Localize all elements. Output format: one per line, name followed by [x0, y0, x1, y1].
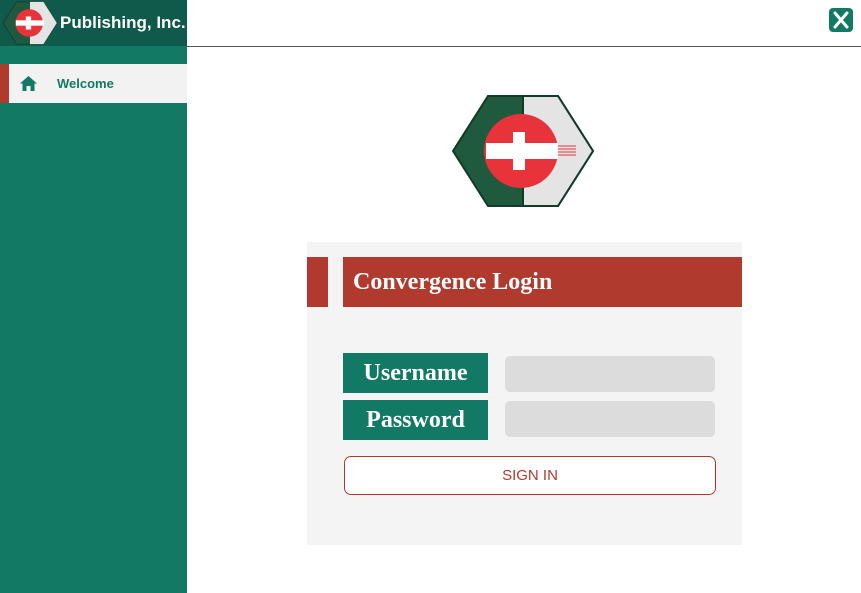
company-name: Publishing, Inc. [60, 13, 186, 32]
active-marker [0, 64, 9, 103]
login-title: Convergence Login [343, 257, 742, 307]
close-icon [833, 11, 849, 29]
close-button[interactable] [829, 8, 853, 32]
username-input[interactable] [505, 356, 715, 392]
password-input[interactable] [505, 401, 715, 437]
password-label: Password [343, 400, 488, 440]
home-icon [20, 76, 37, 91]
sidebar-item-welcome[interactable]: Welcome [0, 64, 187, 103]
company-logo-icon [2, 1, 58, 45]
header-accent [307, 257, 328, 307]
sidebar-item-label: Welcome [57, 76, 114, 91]
brand-header: Publishing, Inc. [0, 0, 187, 46]
login-panel: Convergence Login Username Password SIGN… [307, 242, 742, 545]
username-label: Username [343, 353, 488, 393]
sidebar: Publishing, Inc. Welcome [0, 0, 187, 593]
main-logo-icon [451, 95, 595, 207]
sign-in-button[interactable]: SIGN IN [344, 456, 716, 495]
header-divider [187, 46, 861, 47]
